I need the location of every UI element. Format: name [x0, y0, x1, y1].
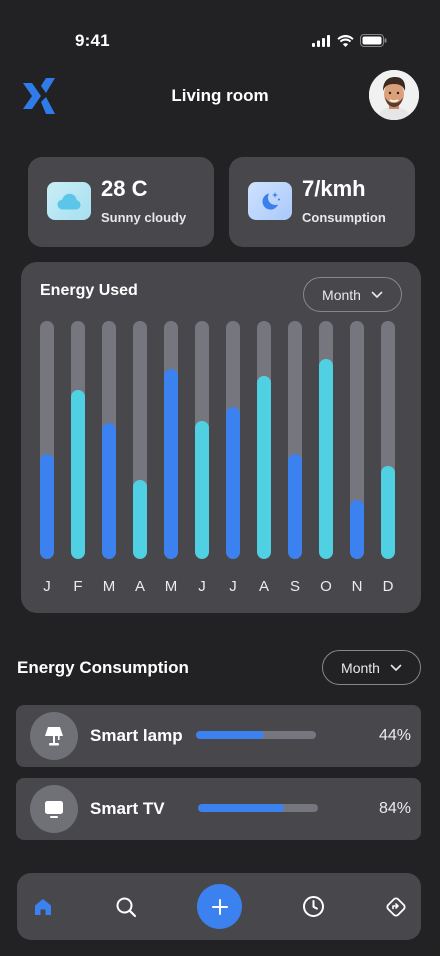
device-icon-badge	[30, 712, 78, 760]
bar[interactable]	[288, 454, 302, 559]
consumption-value: 7/kmh	[302, 176, 366, 201]
bar-track	[133, 321, 147, 559]
status-icons	[312, 34, 387, 47]
clock-icon	[302, 896, 324, 917]
device-progress-fill	[196, 731, 265, 739]
bar-chart: JFMAMJJASOND	[21, 262, 421, 613]
bar[interactable]	[381, 466, 395, 559]
home-icon	[35, 898, 51, 915]
cloud-icon	[57, 193, 81, 209]
x-tick-label: M	[102, 578, 116, 595]
profile-photo	[369, 70, 419, 120]
device-row-smart-tv[interactable]: Smart TV 84%	[16, 778, 421, 840]
x-tick-label: J	[229, 578, 237, 595]
tv-icon	[45, 801, 63, 818]
device-progress-fill	[198, 804, 285, 812]
nav-history[interactable]	[298, 873, 328, 940]
weather-label: Sunny cloudy	[101, 210, 187, 225]
directions-icon	[386, 896, 406, 917]
bar[interactable]	[133, 480, 147, 559]
nav-directions[interactable]	[381, 873, 411, 940]
chevron-down-icon	[390, 664, 402, 671]
bar[interactable]	[164, 368, 178, 559]
bar-track	[71, 321, 85, 559]
bar-track	[40, 321, 54, 559]
consumption-period-label: Month	[341, 659, 380, 676]
add-icon	[211, 898, 228, 915]
bar[interactable]	[350, 499, 364, 559]
nav-home[interactable]	[27, 873, 59, 940]
device-progress	[198, 804, 318, 812]
x-tick-label: D	[382, 578, 394, 595]
consumption-card[interactable]: 7/kmh Consumption	[229, 157, 415, 247]
energy-used-card: Energy Used Month JFMAMJJASOND	[21, 262, 421, 613]
device-name: Smart lamp	[90, 726, 183, 745]
bottom-nav	[17, 873, 421, 940]
bar-track	[257, 321, 271, 559]
bar-track	[102, 321, 116, 559]
x-tick-label: J	[198, 578, 206, 595]
bar[interactable]	[40, 454, 54, 559]
bar-track	[288, 321, 302, 559]
bar[interactable]	[226, 406, 240, 559]
app-screen: 9:41 Living room 28 C Sunny cloudy 7/kmh…	[0, 0, 440, 956]
x-tick-label: O	[320, 578, 332, 595]
device-percent: 84%	[378, 800, 411, 817]
bar-track	[319, 321, 333, 559]
x-tick-label: S	[289, 578, 300, 595]
consumption-icon-badge	[248, 182, 292, 220]
bar[interactable]	[195, 420, 209, 559]
weather-icon-badge	[47, 182, 91, 220]
device-row-smart-lamp[interactable]: Smart lamp 44%	[16, 705, 421, 767]
bar[interactable]	[71, 390, 85, 559]
bar-track	[226, 321, 240, 559]
moon-star-icon	[262, 192, 280, 210]
section-title: Energy Consumption	[17, 658, 189, 677]
temperature-value: 28 C	[101, 176, 148, 201]
bar[interactable]	[319, 359, 333, 559]
bar[interactable]	[257, 375, 271, 559]
device-percent: 44%	[378, 727, 411, 744]
status-time: 9:41	[75, 31, 110, 50]
consumption-period-select[interactable]: Month	[322, 650, 421, 685]
x-tick-label: J	[43, 578, 51, 595]
signal-icon	[312, 34, 330, 47]
avatar[interactable]	[369, 70, 419, 120]
x-tick-label: N	[351, 578, 363, 595]
lamp-icon	[45, 727, 63, 746]
weather-card[interactable]: 28 C Sunny cloudy	[28, 157, 214, 247]
x-tick-label: A	[134, 578, 145, 595]
x-tick-label: A	[258, 578, 269, 595]
bar-track	[350, 321, 364, 559]
wifi-icon	[337, 34, 354, 47]
device-progress	[196, 731, 316, 739]
bar-track	[164, 321, 178, 559]
search-icon	[116, 897, 137, 917]
bar[interactable]	[102, 423, 116, 559]
x-tick-label: F	[73, 578, 83, 595]
x-tick-label: M	[164, 578, 178, 595]
add-button[interactable]	[197, 884, 242, 929]
bar-track	[381, 321, 395, 559]
consumption-label: Consumption	[302, 210, 386, 225]
nav-search[interactable]	[111, 873, 141, 940]
bar-track	[195, 321, 209, 559]
device-icon-badge	[30, 785, 78, 833]
device-name: Smart TV	[90, 799, 165, 818]
battery-icon	[360, 34, 387, 47]
